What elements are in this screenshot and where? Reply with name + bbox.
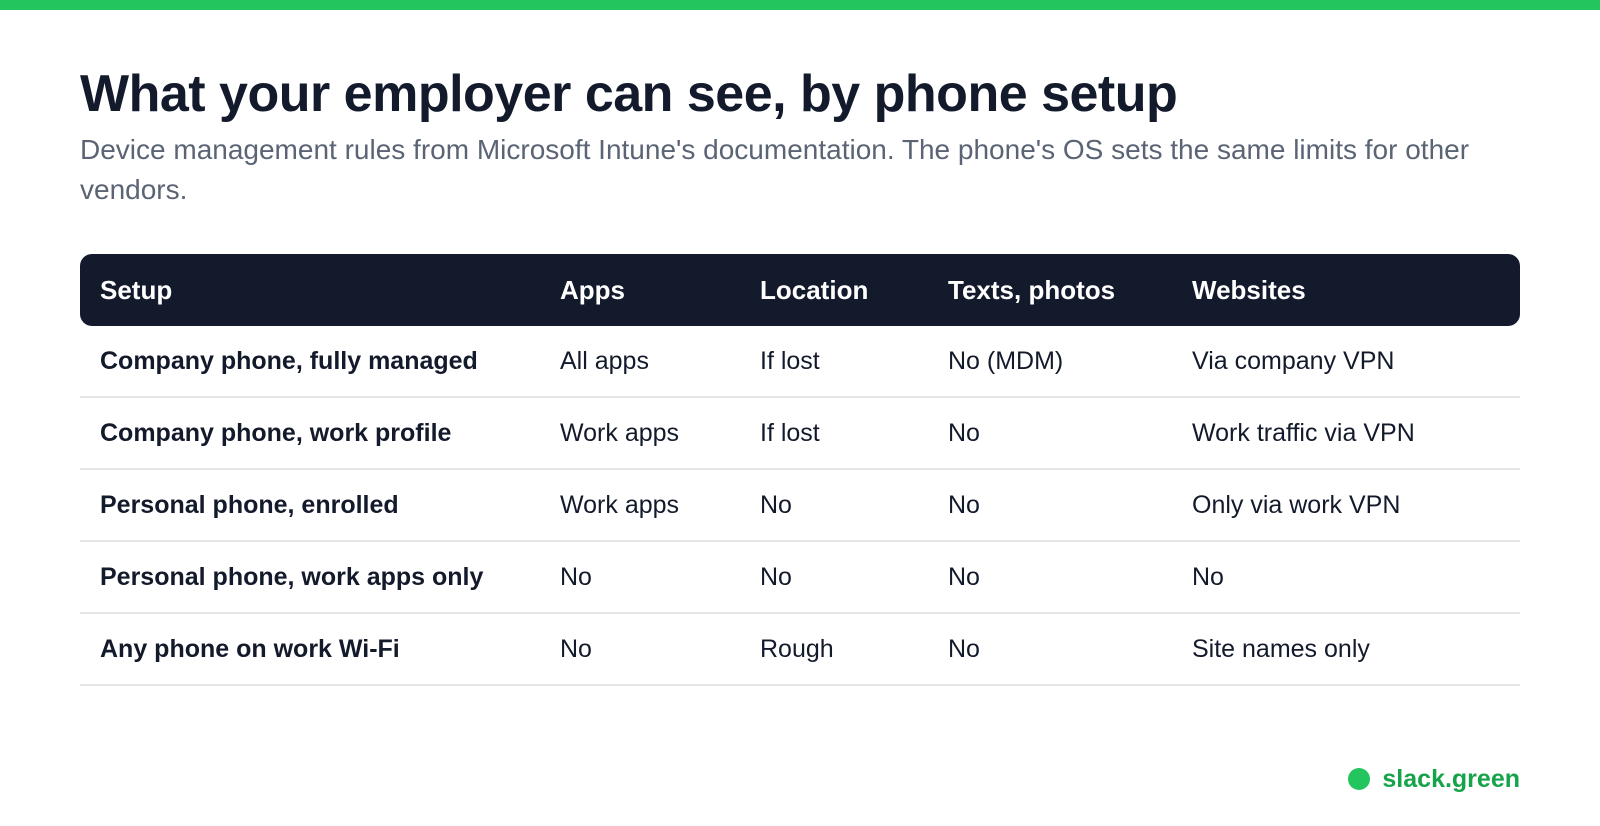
setup-cell: Company phone, work profile bbox=[80, 398, 540, 470]
apps-cell: All apps bbox=[540, 326, 740, 398]
location-cell: No bbox=[740, 542, 928, 614]
header-row: Setup Apps Location Texts, photos Websit… bbox=[80, 254, 1520, 326]
comparison-table: Setup Apps Location Texts, photos Websit… bbox=[80, 254, 1520, 686]
websites-cell: Site names only bbox=[1172, 614, 1520, 686]
websites-cell: Via company VPN bbox=[1172, 326, 1520, 398]
table-row: Any phone on work Wi-Fi No Rough No Site… bbox=[80, 614, 1520, 686]
column-header-location: Location bbox=[740, 254, 928, 326]
column-header-texts-photos: Texts, photos bbox=[928, 254, 1172, 326]
location-cell: If lost bbox=[740, 326, 928, 398]
main-content: What your employer can see, by phone set… bbox=[80, 60, 1520, 686]
table-row: Company phone, fully managed All apps If… bbox=[80, 326, 1520, 398]
location-cell: If lost bbox=[740, 398, 928, 470]
table-row: Personal phone, work apps only No No No … bbox=[80, 542, 1520, 614]
column-header-websites: Websites bbox=[1172, 254, 1520, 326]
setup-cell: Any phone on work Wi-Fi bbox=[80, 614, 540, 686]
page-title: What your employer can see, by phone set… bbox=[80, 65, 1178, 123]
table-row: Personal phone, enrolled Work apps No No… bbox=[80, 470, 1520, 542]
apps-cell: No bbox=[540, 542, 740, 614]
apps-cell: Work apps bbox=[540, 398, 740, 470]
column-header-apps: Apps bbox=[540, 254, 740, 326]
brand-dot-icon bbox=[1348, 768, 1371, 790]
location-cell: Rough bbox=[740, 614, 928, 686]
texts-photos-cell: No bbox=[928, 542, 1172, 614]
setup-cell: Personal phone, work apps only bbox=[80, 542, 540, 614]
page-subtitle: Device management rules from Microsoft I… bbox=[80, 134, 1470, 205]
websites-cell: No bbox=[1172, 542, 1520, 614]
texts-photos-cell: No (MDM) bbox=[928, 326, 1172, 398]
texts-photos-cell: No bbox=[928, 614, 1172, 686]
location-cell: No bbox=[740, 470, 928, 542]
table-body: Company phone, fully managed All apps If… bbox=[80, 326, 1520, 686]
apps-cell: No bbox=[540, 614, 740, 686]
brand-name: slack.green bbox=[1382, 765, 1520, 793]
accent-bar bbox=[0, 0, 1600, 10]
apps-cell: Work apps bbox=[540, 470, 740, 542]
setup-cell: Personal phone, enrolled bbox=[80, 470, 540, 542]
texts-photos-cell: No bbox=[928, 470, 1172, 542]
texts-photos-cell: No bbox=[928, 398, 1172, 470]
websites-cell: Only via work VPN bbox=[1172, 470, 1520, 542]
column-header-setup: Setup bbox=[80, 254, 540, 326]
table-row: Company phone, work profile Work apps If… bbox=[80, 398, 1520, 470]
brand-mark: slack.green bbox=[1348, 764, 1520, 794]
table-header: Setup Apps Location Texts, photos Websit… bbox=[80, 254, 1520, 326]
websites-cell: Work traffic via VPN bbox=[1172, 398, 1520, 470]
setup-cell: Company phone, fully managed bbox=[80, 326, 540, 398]
